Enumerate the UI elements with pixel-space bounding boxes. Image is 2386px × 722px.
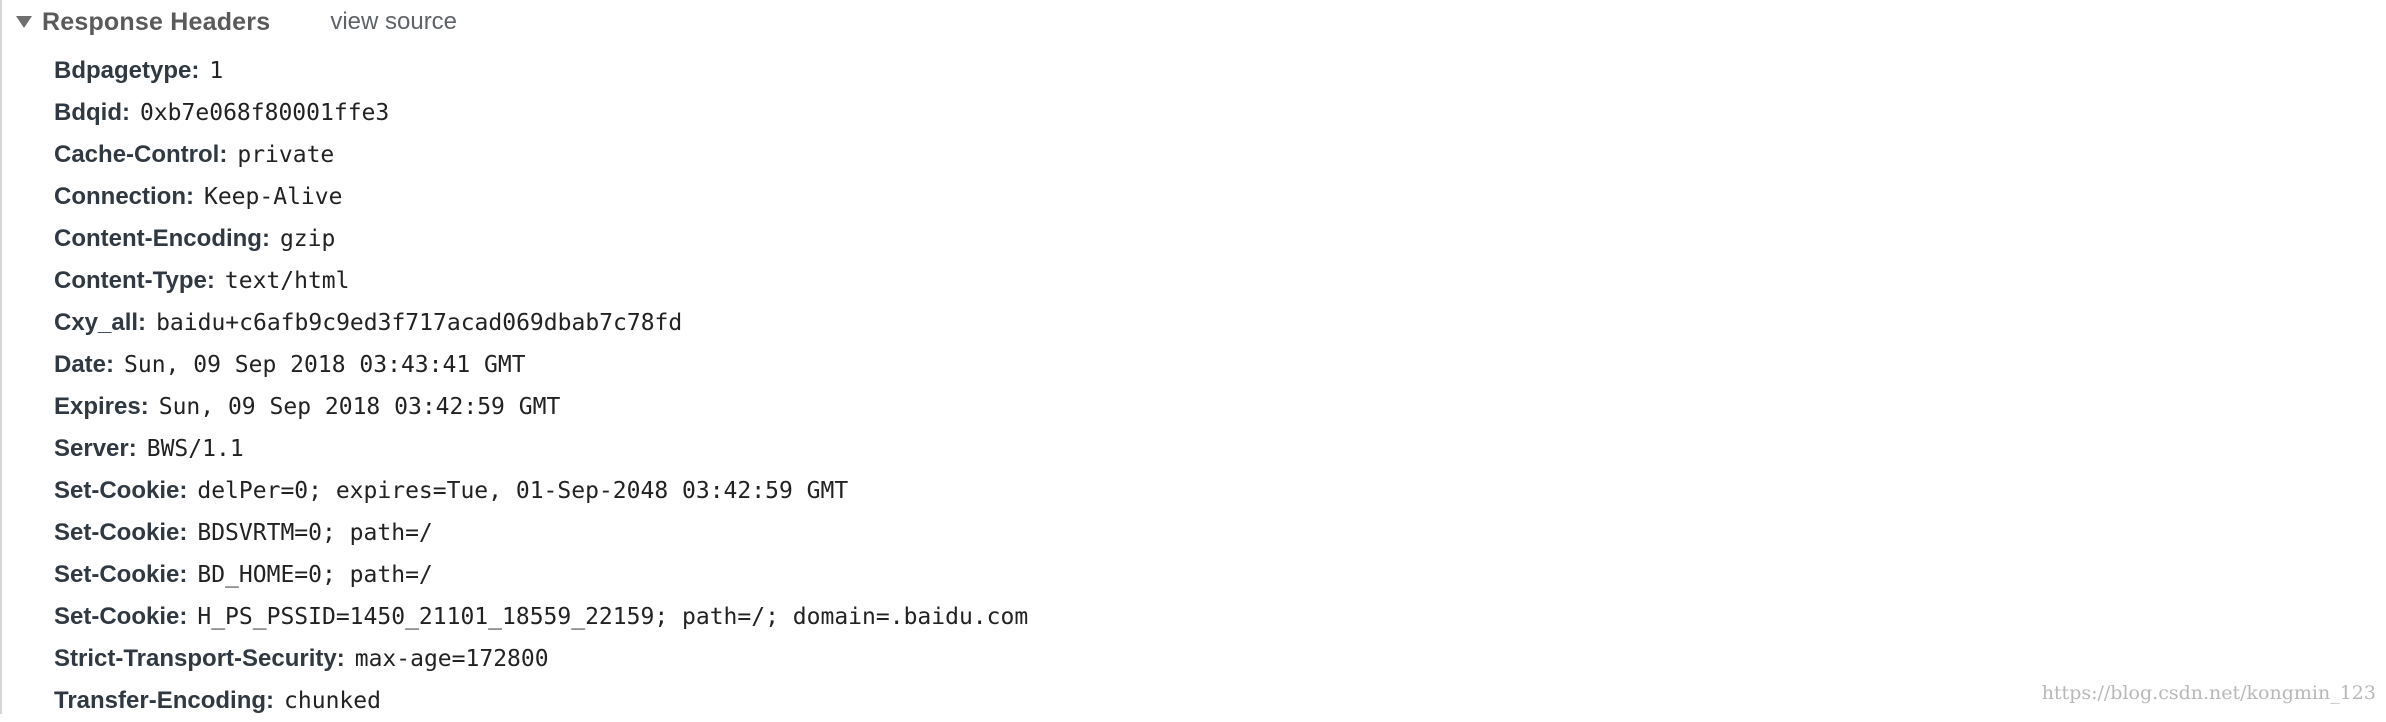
section-title: Response Headers	[42, 7, 271, 36]
header-name: Bdqid:	[54, 99, 130, 126]
response-headers-section-header[interactable]: Response Headers view source	[2, 0, 457, 44]
header-row: Set-Cookie: BDSVRTM=0; path=/	[54, 512, 1028, 554]
header-name: Content-Type:	[54, 267, 215, 294]
header-row: Date: Sun, 09 Sep 2018 03:43:41 GMT	[54, 344, 1028, 386]
header-value: H_PS_PSSID=1450_21101_18559_22159; path=…	[197, 604, 1029, 630]
header-row: Content-Type: text/html	[54, 260, 1028, 302]
header-row: Strict-Transport-Security: max-age=17280…	[54, 638, 1028, 680]
header-name: Content-Encoding:	[54, 225, 270, 252]
header-value: BWS/1.1	[146, 436, 244, 462]
header-name: Set-Cookie:	[54, 561, 188, 588]
header-name: Connection:	[54, 183, 194, 210]
header-row: Expires: Sun, 09 Sep 2018 03:42:59 GMT	[54, 386, 1028, 428]
header-name: Strict-Transport-Security:	[54, 645, 345, 672]
header-name: Expires:	[54, 393, 149, 420]
header-name: Date:	[54, 351, 115, 378]
header-row: Transfer-Encoding: chunked	[54, 680, 1028, 722]
header-name: Transfer-Encoding:	[54, 687, 275, 714]
header-name: Cxy_all:	[54, 309, 147, 336]
header-row: Bdpagetype: 1	[54, 50, 1028, 92]
header-value: delPer=0; expires=Tue, 01-Sep-2048 03:42…	[197, 478, 849, 504]
header-value: 1	[209, 58, 224, 84]
header-row: Set-Cookie: H_PS_PSSID=1450_21101_18559_…	[54, 596, 1028, 638]
header-row: Connection: Keep-Alive	[54, 176, 1028, 218]
header-name: Set-Cookie:	[54, 477, 188, 504]
header-value: Sun, 09 Sep 2018 03:43:41 GMT	[124, 352, 526, 378]
header-value: baidu+c6afb9c9ed3f717acad069dbab7c78fd	[156, 310, 683, 336]
triangle-down-icon[interactable]	[16, 16, 32, 28]
header-row: Cxy_all: baidu+c6afb9c9ed3f717acad069dba…	[54, 302, 1028, 344]
header-value: text/html	[224, 268, 350, 294]
header-row: Cache-Control: private	[54, 134, 1028, 176]
header-name: Bdpagetype:	[54, 57, 200, 84]
response-headers-panel: Response Headers view source Bdpagetype:…	[0, 0, 2386, 714]
watermark: https://blog.csdn.net/kongmin_123	[2041, 682, 2376, 704]
header-value: max-age=172800	[354, 646, 549, 672]
header-name: Set-Cookie:	[54, 519, 188, 546]
header-name: Server:	[54, 435, 137, 462]
header-name: Cache-Control:	[54, 141, 228, 168]
header-value: gzip	[279, 226, 336, 252]
header-row: Server: BWS/1.1	[54, 428, 1028, 470]
header-value: Keep-Alive	[203, 184, 343, 210]
header-value: BD_HOME=0; path=/	[197, 562, 433, 588]
header-row: Content-Encoding: gzip	[54, 218, 1028, 260]
view-source-link[interactable]: view source	[330, 8, 457, 36]
header-value: Sun, 09 Sep 2018 03:42:59 GMT	[158, 394, 561, 420]
header-value: chunked	[284, 688, 381, 714]
header-list: Bdpagetype: 1 Bdqid: 0xb7e068f80001ffe3 …	[54, 50, 1028, 722]
header-value: BDSVRTM=0; path=/	[197, 520, 433, 546]
header-value: private	[237, 142, 335, 168]
header-row: Set-Cookie: delPer=0; expires=Tue, 01-Se…	[54, 470, 1028, 512]
header-row: Set-Cookie: BD_HOME=0; path=/	[54, 554, 1028, 596]
header-name: Set-Cookie:	[54, 603, 188, 630]
header-row: Bdqid: 0xb7e068f80001ffe3	[54, 92, 1028, 134]
header-value: 0xb7e068f80001ffe3	[139, 100, 390, 126]
